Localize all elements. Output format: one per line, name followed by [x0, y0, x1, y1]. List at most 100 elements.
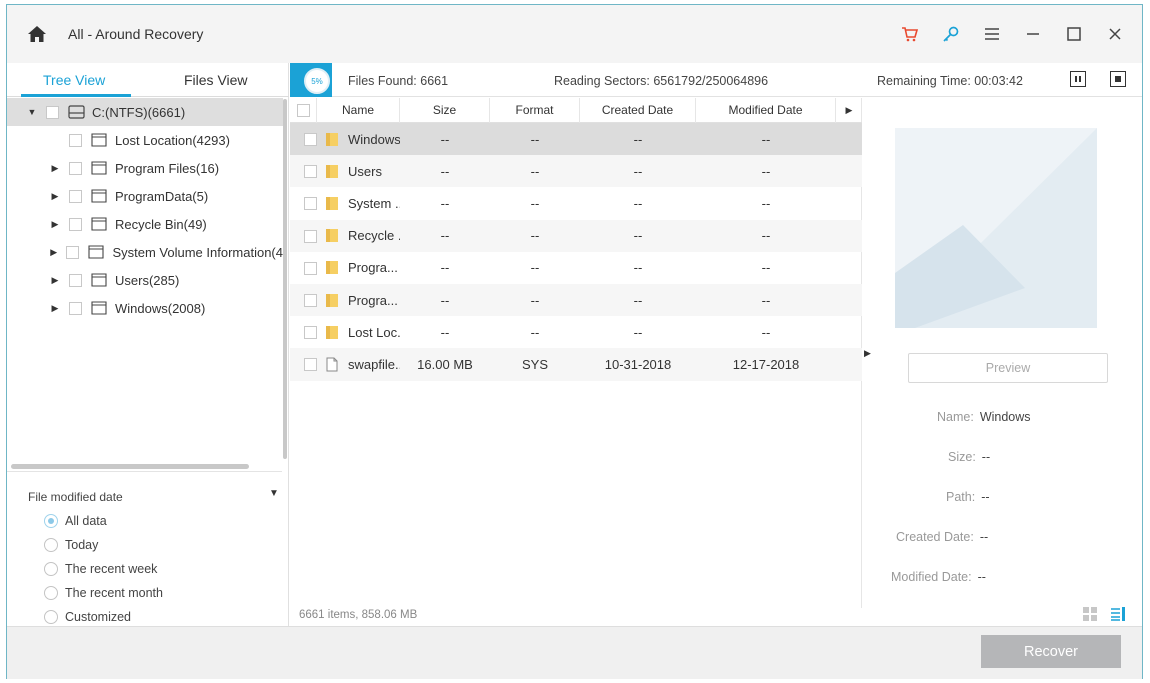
meta-value: -- — [979, 530, 989, 544]
radio-button[interactable] — [44, 610, 58, 624]
row-checkbox[interactable] — [304, 261, 317, 275]
tree-item[interactable]: ▶ Program Files(16) — [7, 154, 283, 182]
checkbox[interactable] — [69, 161, 82, 175]
column-header-name[interactable]: Name — [317, 97, 400, 123]
file-row[interactable]: Recycle ... -- -- -- -- — [290, 219, 862, 252]
tree-label: System Volume Information(4 — [112, 244, 283, 260]
key-icon[interactable] — [940, 23, 962, 45]
maximize-icon[interactable] — [1063, 23, 1085, 45]
radio-recent-week[interactable]: The recent week — [44, 562, 157, 576]
tree-item[interactable]: Lost Location(4293) — [7, 126, 283, 154]
expand-arrow-icon[interactable]: ▶ — [50, 275, 60, 286]
radio-button[interactable] — [44, 586, 58, 600]
cart-icon[interactable] — [899, 23, 921, 45]
checkbox[interactable] — [46, 105, 59, 119]
row-checkbox-cell — [290, 290, 317, 310]
row-checkbox-cell — [290, 354, 317, 374]
row-checkbox[interactable] — [304, 294, 317, 308]
row-checkbox[interactable] — [304, 229, 317, 243]
collapse-preview-icon[interactable]: ▶ — [864, 348, 871, 359]
minimize-icon[interactable] — [1022, 23, 1044, 45]
tab-files-view[interactable]: Files View — [184, 72, 248, 88]
row-checkbox[interactable] — [304, 165, 317, 179]
file-row[interactable]: Users -- -- -- -- — [290, 155, 862, 188]
row-checkbox[interactable] — [304, 326, 317, 340]
file-name-cell: swapfile... — [317, 357, 400, 372]
tree-root-drive[interactable]: ▼ C:(NTFS)(6661) — [7, 98, 283, 126]
file-row[interactable]: swapfile... 16.00 MB SYS 10-31-2018 12-17-20… — [290, 348, 862, 381]
tree-item[interactable]: ▶ ProgramData(5) — [7, 182, 283, 210]
chevron-down-icon[interactable]: ▼ — [269, 488, 279, 499]
left-pane: Tree View Files View ▼ C:(NTFS)(6661) Lo… — [7, 63, 289, 626]
tree-horizontal-scrollbar[interactable] — [11, 464, 249, 469]
radio-recent-month[interactable]: The recent month — [44, 586, 163, 600]
expand-arrow-icon[interactable]: ▶ — [50, 247, 57, 258]
preview-button[interactable]: Preview — [908, 353, 1108, 383]
close-icon[interactable] — [1104, 23, 1126, 45]
file-row[interactable]: Progra... -- -- -- -- — [290, 252, 862, 284]
file-created-date: -- — [633, 195, 643, 211]
file-name: Recycle ... — [348, 228, 400, 244]
file-name-cell: Progra... — [317, 260, 400, 275]
file-size: -- — [440, 195, 450, 211]
column-header-modified-date[interactable]: Modified Date — [696, 97, 836, 123]
file-list-header: Name Size Format Created Date Modified D… — [290, 97, 862, 123]
list-view-icon[interactable] — [1111, 607, 1125, 621]
tree-item[interactable]: ▶ Users(285) — [7, 266, 283, 294]
pause-button[interactable] — [1070, 71, 1086, 87]
file-row[interactable]: System ... -- -- -- -- — [290, 187, 862, 219]
checkbox[interactable] — [66, 245, 80, 259]
file-name-cell: Windows — [317, 132, 400, 147]
file-row[interactable]: Progra... -- -- -- -- — [290, 283, 862, 317]
column-header-created-date[interactable]: Created Date — [580, 97, 696, 123]
radio-button[interactable] — [44, 538, 58, 552]
tree-label: Lost Location(4293) — [115, 132, 230, 148]
file-row[interactable]: Windows -- -- -- -- — [290, 123, 862, 156]
checkbox[interactable] — [69, 217, 82, 231]
row-checkbox[interactable] — [304, 133, 317, 147]
radio-button[interactable] — [44, 514, 58, 528]
tree-item[interactable]: ▶ System Volume Information(4 — [7, 238, 283, 266]
file-format: -- — [530, 260, 540, 276]
tree-vertical-scrollbar[interactable] — [283, 99, 287, 459]
row-checkbox[interactable] — [304, 358, 317, 372]
preview-created-date: Created Date: -- — [896, 530, 988, 544]
column-scroll-right-icon[interactable]: ▶ — [836, 98, 862, 123]
radio-all-data[interactable]: All data — [44, 514, 107, 528]
radio-label: Today — [65, 538, 99, 552]
row-checkbox[interactable] — [304, 197, 317, 211]
radio-today[interactable]: Today — [44, 538, 98, 552]
expand-arrow-icon[interactable]: ▶ — [50, 219, 60, 230]
checkbox[interactable] — [69, 189, 82, 203]
tree-item[interactable]: ▶ Windows(2008) — [7, 294, 283, 322]
radio-customized[interactable]: Customized — [44, 610, 131, 624]
preview-name: Name: Windows — [937, 410, 1031, 424]
folder-outline-icon — [91, 301, 107, 315]
preview-path: Path: -- — [946, 490, 990, 504]
radio-button[interactable] — [44, 562, 58, 576]
expand-arrow-icon[interactable]: ▶ — [50, 163, 60, 174]
file-modified-date: -- — [761, 131, 771, 147]
home-icon[interactable] — [27, 25, 47, 43]
select-all-checkbox[interactable] — [296, 103, 310, 117]
column-header-size[interactable]: Size — [400, 97, 490, 123]
recover-button[interactable]: Recover — [981, 635, 1121, 668]
tree-item[interactable]: ▶ Recycle Bin(49) — [7, 210, 283, 238]
column-header-format[interactable]: Format — [490, 97, 580, 123]
checkbox[interactable] — [69, 273, 82, 287]
file-size: -- — [440, 163, 450, 179]
file-format: -- — [530, 228, 540, 244]
folder-outline-icon — [91, 133, 107, 147]
checkbox[interactable] — [69, 133, 82, 147]
expand-arrow-icon[interactable]: ▶ — [50, 303, 60, 314]
grid-view-icon[interactable] — [1083, 607, 1097, 621]
file-name-cell: Users — [317, 164, 400, 179]
menu-icon[interactable] — [981, 23, 1003, 45]
remaining-time: Remaining Time: 00:03:42 — [877, 74, 1023, 88]
checkbox[interactable] — [69, 301, 82, 315]
expand-arrow-icon[interactable]: ▶ — [50, 191, 60, 202]
tab-tree-view[interactable]: Tree View — [43, 72, 105, 88]
stop-button[interactable] — [1110, 71, 1126, 87]
file-row[interactable]: Lost Loc... -- -- -- -- — [290, 316, 862, 348]
expand-arrow-icon[interactable]: ▼ — [27, 107, 37, 117]
